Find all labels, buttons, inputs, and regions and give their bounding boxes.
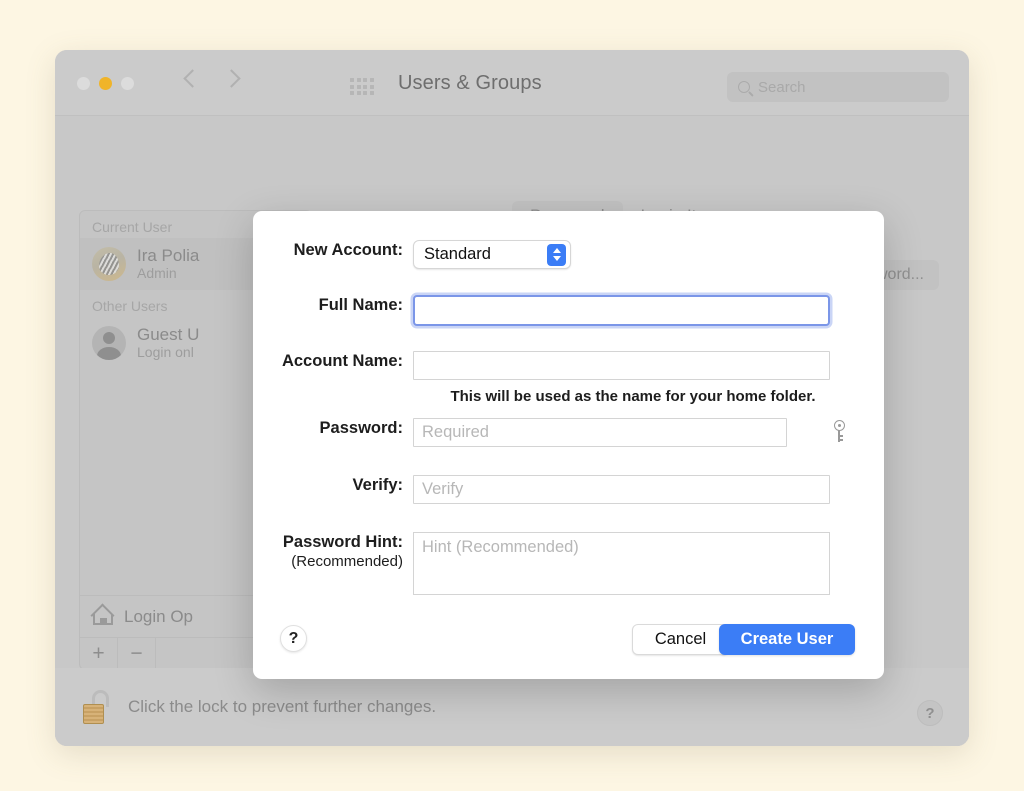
password-hint-sublabel: (Recommended)	[291, 552, 403, 570]
verify-placeholder: Verify	[422, 480, 464, 498]
key-icon[interactable]	[833, 420, 846, 442]
house-icon	[92, 607, 114, 626]
window-titlebar: Users & Groups Search	[55, 50, 969, 116]
close-button[interactable]	[77, 77, 90, 90]
field-row-password: Password: Required	[253, 418, 787, 447]
lock-bar: Click the lock to prevent further change…	[55, 668, 969, 746]
user-name: Guest U	[137, 324, 200, 344]
users-and-groups-window: Users & Groups Search Password Login Ite…	[55, 50, 969, 746]
password-hint-textarea[interactable]: Hint (Recommended)	[413, 532, 830, 595]
user-role: Admin	[137, 265, 177, 282]
forward-chevron-icon[interactable]	[222, 69, 241, 88]
show-all-grid-icon[interactable]	[350, 78, 374, 95]
password-label: Password:	[319, 419, 403, 437]
window-help-button[interactable]: ?	[917, 700, 943, 726]
zoom-button[interactable]	[121, 77, 134, 90]
traffic-lights	[77, 77, 134, 90]
add-user-button[interactable]: +	[80, 638, 118, 669]
verify-input[interactable]: Verify	[413, 475, 830, 504]
full-name-input[interactable]	[413, 295, 830, 326]
create-user-button[interactable]: Create User	[719, 624, 855, 655]
minimize-button[interactable]	[99, 77, 112, 90]
password-hint-label: Password Hint: (Recommended)	[253, 532, 413, 571]
account-name-helper-text: This will be used as the name for your h…	[450, 388, 816, 405]
chevron-up-down-icon[interactable]	[547, 243, 566, 266]
remove-user-button[interactable]: −	[118, 638, 156, 669]
login-options-label: Login Op	[124, 606, 193, 626]
full-name-label: Full Name:	[318, 296, 403, 314]
password-hint-label-main: Password Hint:	[282, 533, 403, 551]
search-placeholder: Search	[758, 78, 806, 96]
verify-label: Verify:	[352, 476, 403, 494]
password-hint-placeholder: Hint (Recommended)	[422, 538, 579, 556]
new-account-select[interactable]: Standard	[413, 240, 571, 269]
new-account-sheet: New Account: Standard Full Name: Account…	[253, 211, 884, 679]
field-row-verify: Verify: Verify	[253, 475, 830, 504]
back-chevron-icon[interactable]	[183, 69, 202, 88]
guest-avatar	[92, 326, 126, 360]
zebra-avatar	[92, 247, 126, 281]
field-row-full-name: Full Name:	[253, 295, 830, 326]
search-field[interactable]: Search	[727, 72, 949, 102]
page-title: Users & Groups	[398, 72, 542, 94]
password-placeholder: Required	[422, 423, 489, 441]
lock-message: Click the lock to prevent further change…	[128, 697, 437, 716]
new-account-label: New Account:	[293, 241, 403, 259]
password-input[interactable]: Required	[413, 418, 787, 447]
sheet-help-button[interactable]: ?	[280, 625, 307, 652]
new-account-value: Standard	[424, 245, 491, 263]
account-name-label: Account Name:	[281, 352, 403, 370]
search-icon	[738, 81, 750, 93]
field-row-new-account: New Account: Standard	[253, 240, 571, 269]
user-role: Login onl	[137, 344, 194, 361]
field-row-account-name: Account Name:	[253, 351, 830, 380]
cancel-button[interactable]: Cancel	[632, 624, 729, 655]
user-name: Ira Polia	[137, 245, 200, 265]
account-name-input[interactable]	[413, 351, 830, 380]
field-row-password-hint: Password Hint: (Recommended) Hint (Recom…	[253, 532, 830, 595]
unlocked-padlock-icon[interactable]	[83, 690, 111, 724]
navigation-arrows	[183, 69, 241, 88]
